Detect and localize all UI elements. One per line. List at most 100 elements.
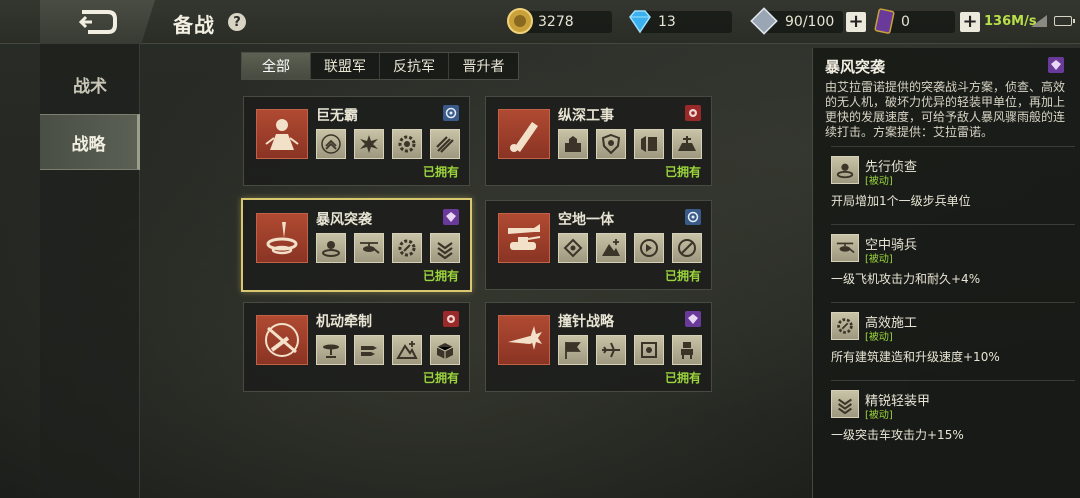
owned-label: 已拥有 [422,269,459,283]
add-energy-button[interactable]: + [846,12,866,32]
strategy-card-defense-in-depth[interactable]: 纵深工事 已拥有 [485,96,712,186]
strategy-portrait [256,109,308,159]
alliance-faction-icon [685,209,701,225]
helicopter-icon[interactable] [354,233,384,263]
tab-ascend[interactable]: 晋升者 [449,53,518,79]
energy-value: 90/100 [785,14,835,30]
rebel-faction-icon [685,105,701,121]
strategy-name: 撞针战略 [558,314,614,330]
chevron-rank-icon [831,390,859,418]
mountain-plus-icon[interactable] [596,233,626,263]
divider [831,146,1075,147]
nav-tactics[interactable]: 战术 [40,56,140,112]
speed-boost-icon[interactable] [634,233,664,263]
owned-label: 已拥有 [664,371,701,385]
terrain-plus-icon[interactable] [392,335,422,365]
crosshair-icon[interactable] [672,233,702,263]
energy-crystal-icon [750,7,778,35]
strategy-detail-panel: 暴风突袭 由艾拉雷诺提供的突袭战斗方案，侦查、高效的无人机，破坏力优异的轻装甲单… [812,48,1080,498]
strategy-name: 空地一体 [558,212,614,228]
page-title: 备战 [173,13,215,37]
tornado-icon [266,222,298,255]
add-card-button[interactable]: + [960,12,980,32]
bunker-icon[interactable] [672,129,702,159]
artillery-shell-icon [510,122,538,152]
scout-icon [831,156,859,184]
wifi-signal-icon [1031,15,1047,27]
skill-description: 一级飞机攻击力和耐久+4% [831,272,981,286]
help-button[interactable]: ? [228,13,246,31]
skill-icon-row [558,233,702,263]
skill-icon-row [316,129,460,159]
construction-gear-icon [831,312,859,340]
target-lock-icon[interactable] [634,335,664,365]
skill-tag: [被动] [865,410,893,421]
strategy-portrait [498,315,550,365]
diamond-icon [629,10,651,34]
strategy-name: 暴风突袭 [316,212,372,228]
strategy-name: 巨无霸 [316,108,358,124]
skill-icon-row [316,335,460,365]
skill-description: 一级突击车攻击力+15% [831,428,964,442]
strategy-card-mobile-containment[interactable]: 机动牵制 已拥有 [243,302,470,392]
battery-icon [1054,16,1075,26]
airdrop-icon[interactable] [558,233,588,263]
network-speed: 136M/s [984,14,1037,29]
strategy-portrait [256,213,308,263]
strategy-portrait [498,109,550,159]
drone-icon[interactable] [316,335,346,365]
skill-icon-row [558,129,702,159]
tab-rebel[interactable]: 反抗军 [380,53,449,79]
nav-strategy-label: 战略 [71,134,106,155]
back-button[interactable] [40,0,155,44]
strategy-portrait [498,213,550,263]
helicopter-icon [831,234,859,262]
top-bar: 备战 ? 3278 13 90/100 + 0 + 136M/s [0,0,1080,44]
alliance-faction-icon [443,105,459,121]
gear-icon[interactable] [392,129,422,159]
strategy-card-storm-raid[interactable]: 暴风突袭 已拥有 [241,198,472,292]
diamond-value: 13 [658,14,676,30]
strategy-card-firing-pin[interactable]: 撞针战略 已拥有 [485,302,712,392]
gold-coin-icon [507,8,533,34]
supply-crate-icon[interactable] [430,335,460,365]
chevron-rank-icon[interactable] [430,233,460,263]
scout-icon[interactable] [316,233,346,263]
flag-icon[interactable] [558,335,588,365]
scope-rifle-icon [265,323,299,357]
ascend-faction-icon [443,209,459,225]
fighter-jet-icon[interactable] [596,335,626,365]
divider [831,380,1075,381]
rank-up-icon[interactable] [316,129,346,159]
bullets-icon[interactable] [354,335,384,365]
skill-tag: [被动] [865,254,893,265]
gold-value: 3278 [538,14,574,30]
strategy-card-juggernaut[interactable]: 巨无霸 已拥有 [243,96,470,186]
ascend-faction-icon [1048,57,1064,73]
owned-label: 已拥有 [422,165,459,179]
strategy-card-air-land[interactable]: 空地一体 已拥有 [485,200,712,290]
skill-description: 开局增加1个一级步兵单位 [831,194,971,208]
construction-gear-icon[interactable] [392,233,422,263]
missiles-icon[interactable] [430,129,460,159]
explosion-missile-icon [508,326,542,350]
fortress-icon[interactable] [558,129,588,159]
owned-label: 已拥有 [664,165,701,179]
burst-icon[interactable] [354,129,384,159]
strategy-portrait [256,315,308,365]
back-arrow-icon [78,10,117,34]
wall-icon[interactable] [634,129,664,159]
faction-filter-tabs: 全部 联盟军 反抗军 晋升者 [241,52,519,80]
game-screen: 备战 ? 3278 13 90/100 + 0 + 136M/s 战术 战略 全… [0,0,1080,498]
skill-icon-row [558,335,702,365]
shield-icon[interactable] [596,129,626,159]
ascend-faction-icon [685,311,701,327]
skill-tag: [被动] [865,176,893,187]
tab-alliance[interactable]: 联盟军 [311,53,380,79]
nav-strategy[interactable]: 战略 [40,114,140,170]
commander-icon [265,119,299,150]
rebel-faction-icon [443,311,459,327]
tank-jet-icon [508,224,541,250]
robot-mech-icon[interactable] [672,335,702,365]
tab-all[interactable]: 全部 [242,53,311,79]
